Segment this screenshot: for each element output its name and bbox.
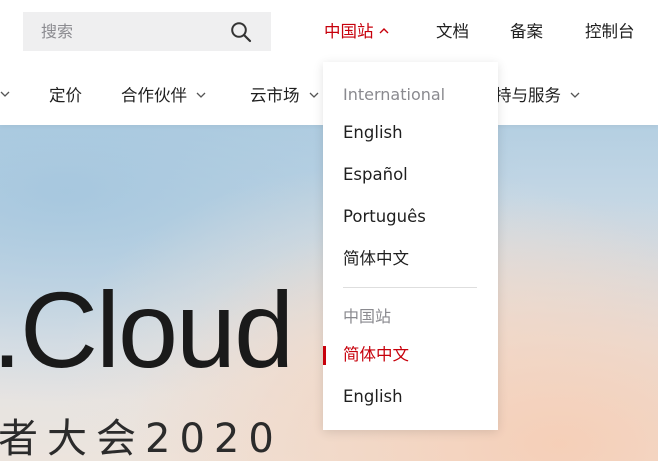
chevron-down-icon[interactable] [0,90,10,98]
menu-item-label: English [343,123,403,142]
dropdown-group-title-china: 中国站 [343,307,392,326]
menu-item-label: Español [343,165,408,184]
nav-item-marketplace[interactable]: 云市场 [250,84,319,108]
chevron-up-icon [379,28,388,34]
chevron-down-icon [309,92,318,98]
region-dropdown: International English Español Português … [323,62,498,430]
menu-item-simplified-chinese-cn[interactable]: 简体中文 [323,338,498,372]
docs-link[interactable]: 文档 [436,20,469,44]
nav-item-partners[interactable]: 合作伙伴 [121,84,206,108]
selected-indicator [323,346,326,365]
search-icon[interactable] [230,21,252,43]
console-link[interactable]: 控制台 [585,20,635,44]
page: .Cloud 者大会2020 定价 合作伙伴 云市场 持与服务 中国站 文档 备… [0,0,658,461]
nav-item-label: 定价 [49,86,82,105]
nav-item-support[interactable]: 持与服务 [495,84,580,108]
record-link[interactable]: 备案 [510,20,543,44]
dropdown-group-title-international: International [343,85,446,104]
nav-item-pricing[interactable]: 定价 [49,84,82,108]
hero-subtitle: 者大会2020 [0,416,283,461]
menu-item-portugues[interactable]: Português [323,200,498,234]
region-switcher[interactable]: 中国站 [324,20,390,44]
menu-item-english-cn[interactable]: English [323,380,498,414]
chevron-down-icon [570,92,580,98]
menu-item-espanol[interactable]: Español [323,158,498,192]
menu-item-simplified-chinese-intl[interactable]: 简体中文 [323,242,498,276]
hero-title: .Cloud [0,269,294,390]
menu-item-label: English [343,387,403,406]
chevron-down-icon [196,92,206,98]
dropdown-divider [343,287,477,288]
nav-item-label: 持与服务 [495,86,561,105]
menu-item-label: Português [343,207,426,226]
search-input[interactable] [41,12,221,51]
top-bar: 中国站 文档 备案 控制台 [0,0,658,64]
region-label: 中国站 [324,22,374,41]
menu-item-label: 简体中文 [343,345,409,364]
nav-item-label: 合作伙伴 [121,86,187,105]
menu-item-label: 简体中文 [343,249,409,268]
menu-item-english-intl[interactable]: English [323,116,498,150]
nav-item-label: 云市场 [250,86,300,105]
